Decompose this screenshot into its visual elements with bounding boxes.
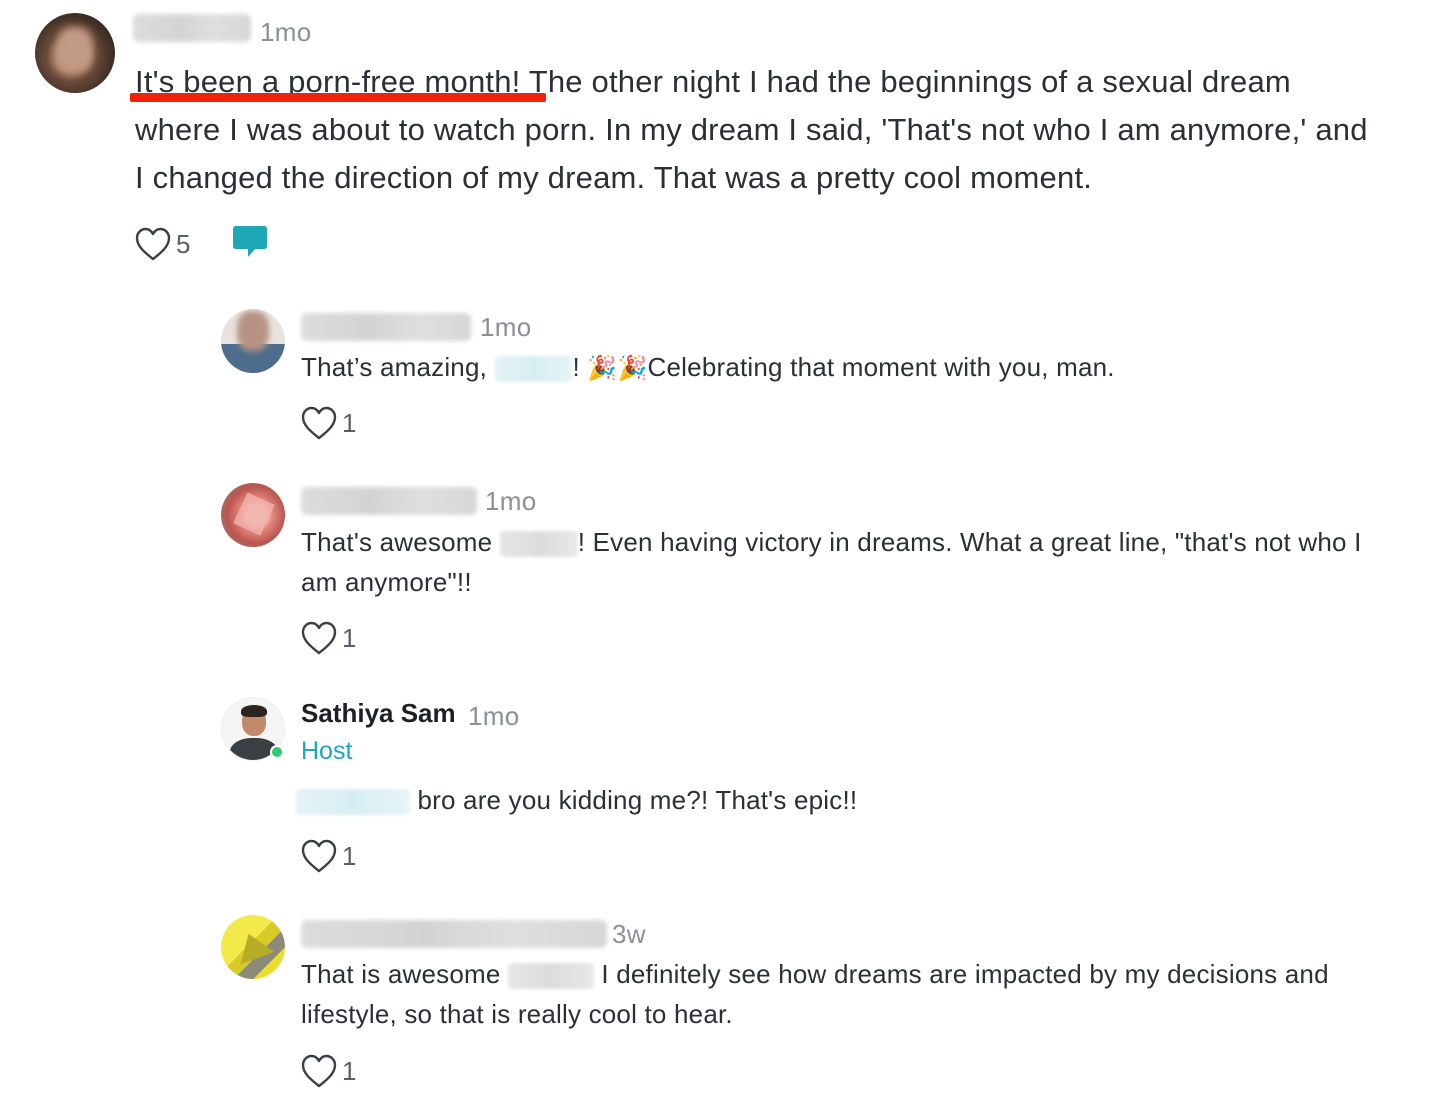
post-author-avatar[interactable]	[35, 13, 115, 93]
post-like-count: 5	[176, 228, 191, 259]
post-like-button[interactable]: 5	[134, 226, 190, 262]
reply-3-timestamp: 1mo	[468, 701, 520, 731]
reply-2-timestamp: 1mo	[485, 486, 537, 516]
reply-1-avatar[interactable]	[221, 309, 285, 373]
reply-4-author-name-redacted[interactable]	[301, 920, 607, 948]
reply-2-author-name-redacted[interactable]	[301, 487, 477, 515]
heart-outline-icon	[301, 839, 337, 873]
reply-2-like-button[interactable]: 1	[300, 620, 356, 656]
reply-3-text: bro are you kidding me?! That's epic!!	[296, 780, 1376, 820]
reply-1-text: That’s amazing, ! 🎉🎉Celebrating that mom…	[301, 347, 1381, 389]
reply-1-mention-redacted[interactable]	[494, 356, 573, 383]
reply-4-timestamp: 3w	[612, 919, 646, 949]
post-timestamp: 1mo	[260, 17, 312, 47]
reply-3-mention-redacted[interactable]	[296, 789, 410, 816]
reply-2-text: That's awesome ! Even having victory in …	[301, 527, 1362, 597]
reply-4-like-count: 1	[342, 1055, 357, 1086]
host-badge: Host	[301, 737, 353, 765]
reply-4-text: That is awesome I definitely see how dre…	[301, 959, 1329, 1029]
reply-1-timestamp: 1mo	[480, 312, 532, 342]
heart-outline-icon	[301, 621, 337, 655]
reply-1-like-count: 1	[342, 407, 357, 438]
heart-outline-icon	[135, 227, 171, 261]
reply-4-mention-redacted[interactable]	[507, 963, 594, 990]
reply-3-like-count: 1	[342, 840, 357, 871]
reply-2-mention-redacted[interactable]	[499, 531, 578, 558]
highlight-underline	[130, 93, 546, 102]
reply-2-avatar[interactable]	[221, 483, 285, 547]
reply-4-avatar[interactable]	[221, 915, 285, 979]
reply-1-like-button[interactable]: 1	[300, 405, 356, 441]
party-popper-emoji: 🎉🎉	[587, 355, 648, 383]
reply-4-like-button[interactable]: 1	[300, 1053, 356, 1089]
reply-2-like-count: 1	[342, 622, 357, 653]
heart-outline-icon	[301, 406, 337, 440]
reply-3-like-button[interactable]: 1	[300, 838, 356, 874]
post-body: It's been a porn-free month! The other n…	[135, 58, 1385, 202]
host-author-name[interactable]: Sathiya Sam	[301, 698, 456, 729]
heart-outline-icon	[301, 1054, 337, 1088]
online-status-indicator	[270, 745, 284, 759]
post-author-name-redacted[interactable]	[133, 14, 251, 42]
reply-1-author-name-redacted[interactable]	[301, 313, 471, 341]
speech-bubble-icon[interactable]	[231, 224, 269, 260]
